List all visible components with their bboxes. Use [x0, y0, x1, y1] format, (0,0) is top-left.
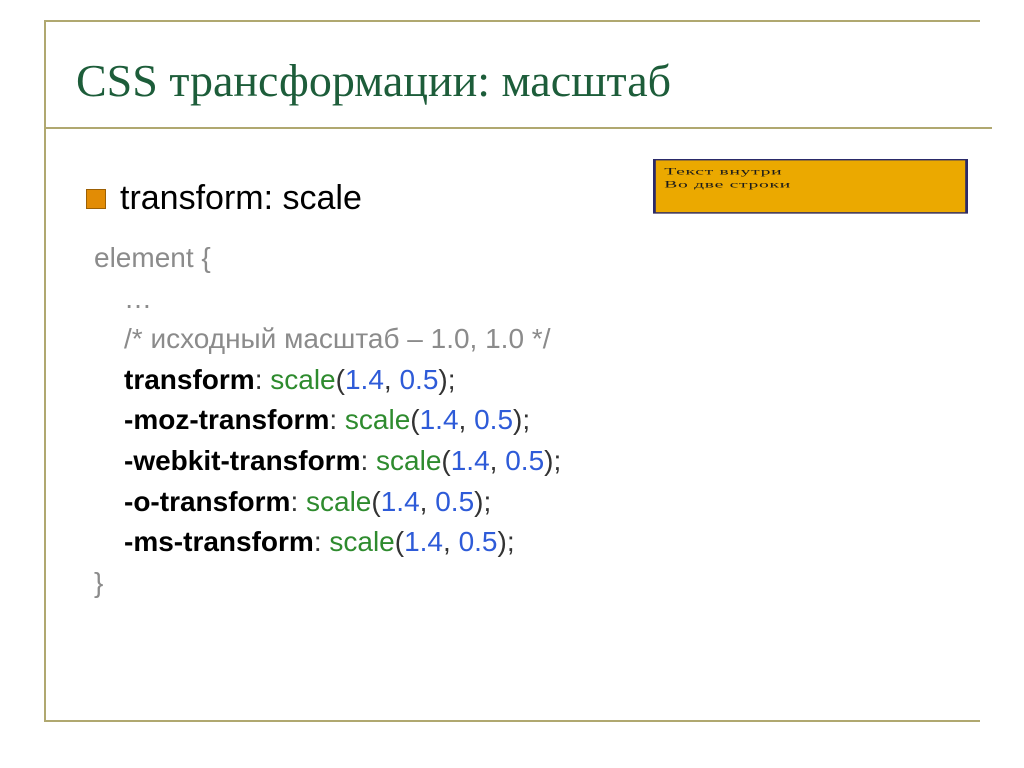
square-bullet-icon [86, 189, 106, 209]
prop-name: -ms-transform [124, 526, 314, 557]
title-underline [44, 127, 992, 129]
prop-arg-b: 0.5 [399, 364, 438, 395]
comma: , [490, 445, 506, 476]
prop-fn: scale [329, 526, 394, 557]
prop-fn: scale [306, 486, 371, 517]
prop-fn: scale [270, 364, 335, 395]
bullet-text: transform: scale [120, 179, 362, 218]
prop-arg-b: 0.5 [505, 445, 544, 476]
prop-arg-a: 1.4 [404, 526, 443, 557]
code-comment: /* исходный масштаб – 1.0, 1.0 */ [94, 319, 968, 360]
prop-name: -moz-transform [124, 404, 329, 435]
code-prop-line: -webkit-transform: scale(1.4, 0.5); [94, 441, 968, 482]
prop-name: -o-transform [124, 486, 290, 517]
colon: : [314, 526, 330, 557]
paren-open: ( [410, 404, 419, 435]
code-selector: element { [94, 238, 968, 279]
colon: : [290, 486, 306, 517]
content-area: Текст внутри Во две строки transform: sc… [86, 179, 968, 603]
code-prop-line: -moz-transform: scale(1.4, 0.5); [94, 400, 968, 441]
prop-arg-a: 1.4 [381, 486, 420, 517]
code-prop-line: transform: scale(1.4, 0.5); [94, 360, 968, 401]
prop-name: transform [124, 364, 255, 395]
comma: , [384, 364, 400, 395]
prop-arg-a: 1.4 [451, 445, 490, 476]
code-prop-line: -o-transform: scale(1.4, 0.5); [94, 482, 968, 523]
colon: : [360, 445, 376, 476]
example-line-2: Во две строки [664, 179, 959, 192]
prop-fn: scale [376, 445, 441, 476]
prop-arg-a: 1.4 [420, 404, 459, 435]
paren-open: ( [336, 364, 345, 395]
prop-arg-b: 0.5 [459, 526, 498, 557]
paren-close: ); [513, 404, 530, 435]
paren-open: ( [371, 486, 380, 517]
prop-arg-a: 1.4 [345, 364, 384, 395]
paren-close: ); [544, 445, 561, 476]
frame-left [44, 20, 46, 720]
example-line-1: Текст внутри [664, 166, 959, 179]
code-block: element { … /* исходный масштаб – 1.0, 1… [94, 238, 968, 603]
frame-bottom [44, 720, 980, 722]
paren-close: ); [498, 526, 515, 557]
paren-open: ( [395, 526, 404, 557]
comma: , [459, 404, 475, 435]
paren-close: ); [474, 486, 491, 517]
comma: , [420, 486, 436, 517]
example-box: Текст внутри Во две строки [653, 159, 968, 214]
prop-name: -webkit-transform [124, 445, 360, 476]
colon: : [255, 364, 271, 395]
code-close: } [94, 563, 968, 604]
code-prop-line: -ms-transform: scale(1.4, 0.5); [94, 522, 968, 563]
colon: : [329, 404, 345, 435]
prop-fn: scale [345, 404, 410, 435]
code-ellipsis: … [94, 279, 968, 320]
slide-title: CSS трансформации: масштаб [76, 54, 968, 107]
slide: CSS трансформации: масштаб Текст внутри … [0, 0, 1024, 768]
comma: , [443, 526, 459, 557]
paren-close: ); [438, 364, 455, 395]
prop-arg-b: 0.5 [435, 486, 474, 517]
paren-open: ( [441, 445, 450, 476]
prop-arg-b: 0.5 [474, 404, 513, 435]
frame-top [44, 20, 980, 22]
